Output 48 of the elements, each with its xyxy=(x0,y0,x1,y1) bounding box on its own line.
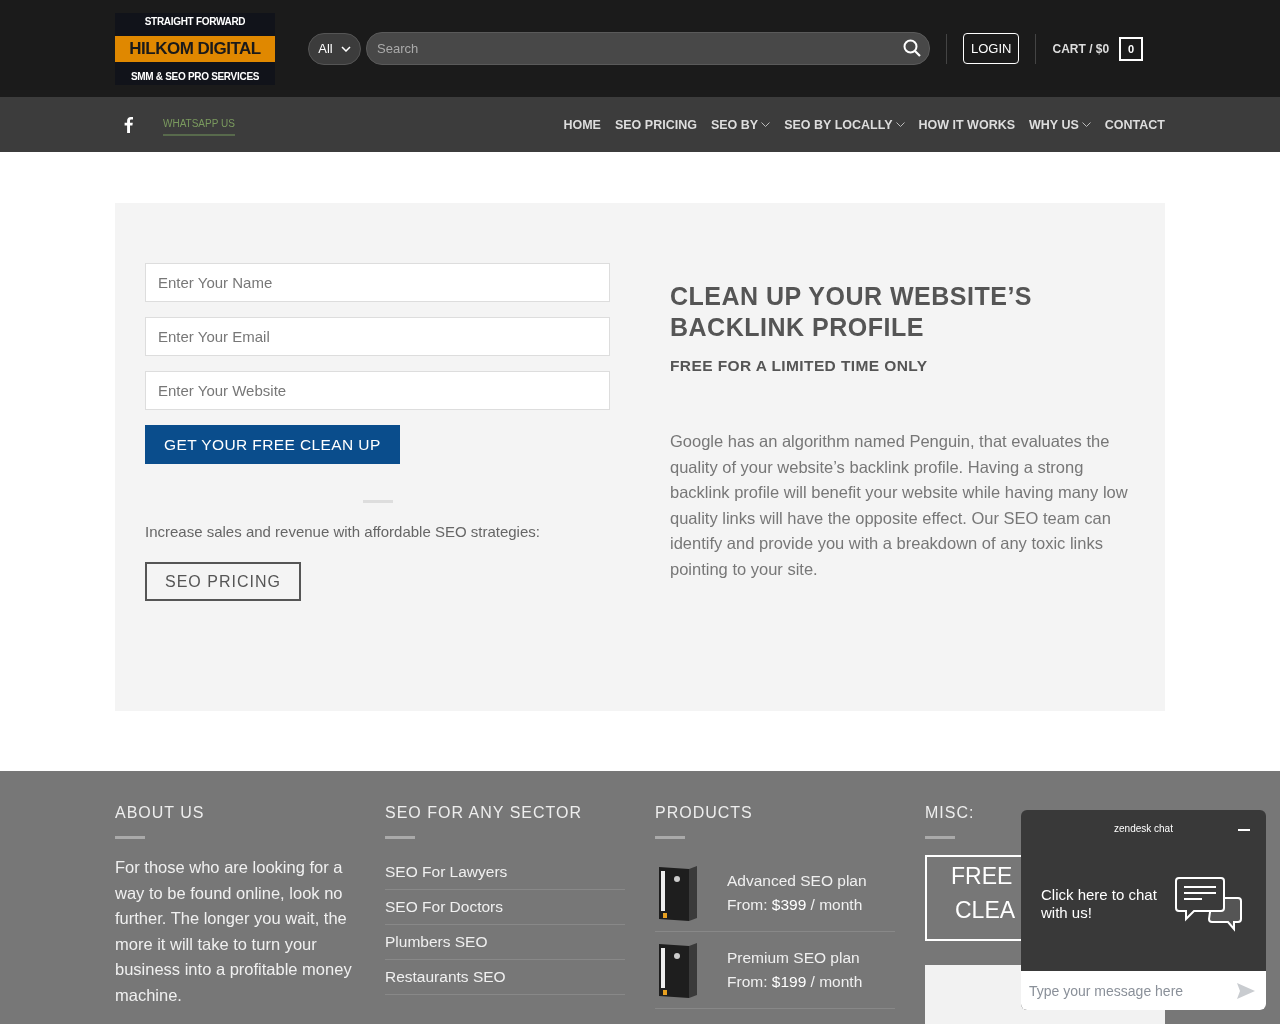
promo-title: CLEAN UP YOUR WEBSITE’S BACKLINK PROFILE xyxy=(670,281,1033,343)
footer-heading: PRODUCTS xyxy=(655,804,754,822)
input-field[interactable]: Enter Your Email xyxy=(145,317,610,356)
footer-link[interactable]: Plumbers SEO xyxy=(385,925,625,960)
nav-link[interactable]: HOME xyxy=(563,117,601,132)
about-text: For those who are looking for a way to be found online, look no further. The longer you wait, the more it will take to turn your business into a profitable money machine. xyxy=(115,857,353,1006)
category-dropdown[interactable]: All xyxy=(308,32,361,65)
nav-link[interactable]: SEO BY LOCALLY xyxy=(784,117,905,132)
footer-link[interactable]: SEO For Doctors xyxy=(385,890,625,925)
nav-link[interactable]: CONTACT xyxy=(1104,117,1165,132)
search-field[interactable]: Search xyxy=(366,32,930,65)
input-field[interactable]: Enter Your Website xyxy=(145,371,610,410)
footer-heading: ABOUT US xyxy=(115,804,206,822)
product-link[interactable]: Advanced SEO plan xyxy=(727,872,867,890)
tagline-text: Increase sales and revenue with affordable SEO strategies: xyxy=(145,523,541,540)
promo-text: Google has an algorithm named Penguin, that evaluates the quality of your website’s backlink profile. Having a strong backlink profile will benefit your website while having many low quality links will have the opposite effect. Our SEO team can identify and provide you with a breakdown of any toxic links pointing to your site. xyxy=(670,431,1129,580)
banner-text: CLEA xyxy=(955,897,1016,923)
logo-tagline: STRAIGHT FORWARD xyxy=(144,14,246,29)
nav-link[interactable]: HOW IT WORKS xyxy=(918,117,1016,132)
product-price: From: $399 / month xyxy=(727,896,864,914)
facebook-icon[interactable] xyxy=(124,116,133,133)
search-icon[interactable] xyxy=(903,39,921,57)
footer-heading: SEO FOR ANY SECTOR xyxy=(385,804,583,822)
submit-button[interactable]: GET YOUR FREE CLEAN UP xyxy=(145,425,400,464)
message-field[interactable]: Type your message here xyxy=(1021,971,1266,1010)
caret-icon xyxy=(340,45,351,52)
input-field[interactable]: Enter Your Name xyxy=(145,263,610,302)
banner-text: FREE xyxy=(951,863,1013,889)
logo-subtitle: SMM & SEO PRO SERVICES xyxy=(130,69,260,84)
footer-link[interactable]: Restaurants SEO xyxy=(385,960,625,995)
whatsapp-link[interactable]: WHATSAPP US xyxy=(163,113,235,136)
login-button[interactable]: LOGIN xyxy=(963,33,1020,64)
nav-link[interactable]: WHY US xyxy=(1029,117,1091,132)
chat-bubbles-icon xyxy=(1174,875,1244,932)
logo[interactable]: STRAIGHT FORWARD HILKOM DIGITAL SMM & SEO PRO SERVICES xyxy=(115,12,275,85)
product-price: From: $199 / month xyxy=(727,973,863,991)
nav-link[interactable]: SEO PRICING xyxy=(614,117,697,132)
chat-title: zendesk chat xyxy=(1114,822,1173,834)
cart-link[interactable]: CART / $0 xyxy=(1052,41,1110,56)
footer-link[interactable]: SEO For Lawyers xyxy=(385,855,625,890)
nav-link[interactable]: SEO BY xyxy=(710,117,771,132)
chat-prompt[interactable]: Click here to chat with us! xyxy=(1041,885,1161,922)
footer-heading: MISC: xyxy=(925,804,976,822)
logo-title: HILKOM DIGITAL xyxy=(115,35,275,62)
cart-count[interactable]: 0 xyxy=(1119,36,1144,61)
product-link[interactable]: Premium SEO plan xyxy=(727,949,863,967)
pricing-button[interactable]: SEO PRICING xyxy=(145,562,301,601)
promo-subtitle: FREE FOR A LIMITED TIME ONLY xyxy=(670,357,929,375)
